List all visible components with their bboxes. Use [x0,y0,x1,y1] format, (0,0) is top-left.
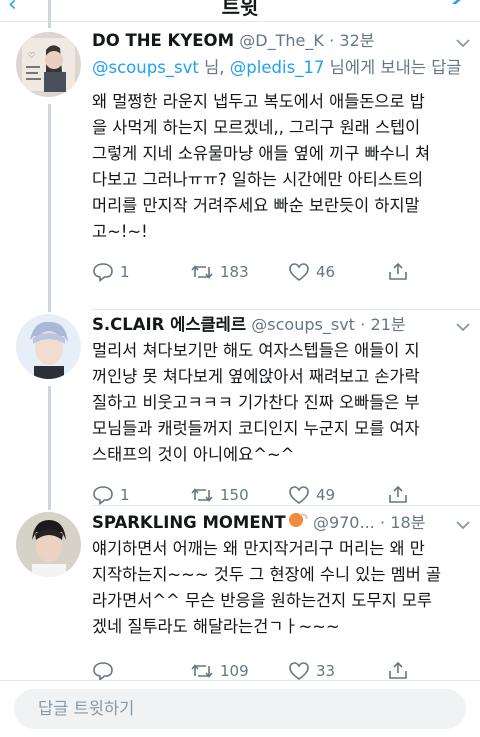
share-icon [389,661,407,679]
retweet-icon [191,488,213,502]
tweet-text-line: 다보고 그러나ㅠㅠ? 일하는 시간에만 아티스트의 [92,170,424,189]
tweet-text-line: 고~!~! [92,222,148,241]
like-count: 49 [316,486,336,504]
page-title: 트윗 [221,0,259,19]
tweet-text-line: 멀리서 쳐다보기만 해도 여자스텝들은 애들이 지 [92,341,420,360]
reply-count: 1 [120,263,130,281]
reply-to-text: 님에게 보내는 답글 [324,58,462,77]
chevron-down-icon[interactable] [456,314,470,340]
user-handle[interactable]: @D_The_K [239,31,324,50]
tweet-text-line: 겠네 질투라도 해달라는건ㄱㅏ~~~ [92,617,340,636]
retweet-icon [191,664,213,678]
tweet-actions: 1 183 46 [92,259,468,285]
separator-dot: · [329,31,335,50]
reply-icon [93,662,113,681]
tweet-header: DO THE KYEOM @D_The_K · 32분 [92,28,470,56]
tweet-header: S.CLAIR 에스클레르 @scoups_svt · 21분 [92,312,470,340]
tweet-divider [92,309,480,310]
display-name[interactable]: DO THE KYEOM [92,31,234,50]
heart-icon [289,263,309,281]
chevron-down-icon[interactable] [456,30,470,56]
share-button[interactable] [388,259,408,285]
thread-line [48,386,51,510]
tweet-text-line: 질하고 비웃고ㅋㅋㅋ 기가찬다 진짜 오빠들은 부 [92,393,420,412]
chevron-down-icon[interactable] [456,512,470,538]
user-handle[interactable]: @scoups_svt [251,315,355,334]
avatar[interactable] [16,314,81,379]
timestamp[interactable]: 18분 [390,513,425,532]
mention-link[interactable]: @scoups_svt [92,58,199,77]
separator-dot: · [379,513,386,532]
retweet-button[interactable]: 183 [190,259,249,285]
tweet-text: 왜 멀쩡한 라운지 냅두고 복도에서 애들돈으로 밥 을 사먹게 하는지 모르겠… [92,89,468,245]
tweet-text-line: 그렇게 지네 소유물마냥 애들 옆에 끼구 빠수니 쳐 [92,144,431,163]
timestamp[interactable]: 21분 [371,315,406,334]
tweet-text-line: 꺼인냥 못 쳐다보게 옆에앉아서 째려보고 손가락 [92,367,420,386]
like-button[interactable]: 46 [288,259,335,285]
reply-icon [93,486,113,505]
tweet-text-line: 을 사먹게 하는지 모르겠네,, 그리구 원래 스텝이 [92,118,421,137]
tweet-text: 멀리서 쳐다보기만 해도 여자스텝들은 애들이 지 꺼인냥 못 쳐다보게 옆에앉… [92,338,468,468]
heart-icon [289,662,309,680]
tweet-content: SPARKLING MOMENT @970... · 18분 얘기하면서 어깨는… [92,510,470,684]
reply-count: 1 [120,486,130,504]
retweet-count: 183 [220,263,249,281]
timestamp[interactable]: 32분 [339,31,374,50]
display-name[interactable]: SPARKLING MOMENT [92,513,286,532]
tweet-header: SPARKLING MOMENT @970... · 18분 [92,510,470,538]
reply-icon [93,263,113,282]
avatar[interactable] [16,512,81,577]
reply-input[interactable]: 답글 트윗하기 [14,689,466,729]
share-icon [389,485,407,503]
like-count: 33 [316,662,336,680]
separator-dot: · [360,315,366,334]
like-count: 46 [316,263,336,281]
compose-feather-icon[interactable] [450,0,470,10]
reply-button[interactable]: 1 [92,259,130,285]
retweet-count: 109 [220,662,249,680]
tweet-content: DO THE KYEOM @D_The_K · 32분 @scoups_svt … [92,28,470,285]
thread-line [48,104,51,312]
reply-context: @scoups_svt 님, @pledis_17 님에게 보내는 답글 [92,55,468,81]
heart-icon [289,486,309,504]
nav-bar: ‹ 트윗 [0,0,480,22]
share-icon [389,262,407,280]
display-name[interactable]: S.CLAIR 에스클레르 [92,315,246,334]
tweet-text-line: 지작하는지~~~ 것두 그 현장에 수니 있는 멤버 골 [92,565,442,584]
thread-line [48,0,51,28]
tweet-divider [92,505,480,506]
tweet-text: 얘기하면서 어깨는 왜 만지작거리구 머리는 왜 만 지작하는지~~~ 것두 그… [92,536,468,640]
tweet-text-line: 얘기하면서 어깨는 왜 만지작거리구 머리는 왜 만 [92,539,425,558]
retweet-count: 150 [220,486,249,504]
avatar[interactable]: ♡ [16,32,81,97]
orange-emoji-icon [288,511,308,537]
retweet-icon [191,265,213,279]
reply-to-text: 님, [198,58,230,77]
tweet-text-line: 머리를 만지작 거려주세요 빠순 보란듯이 하지말 [92,196,420,215]
tweet-text-line: 스태프의 것이 아니에요^~^ [92,445,295,464]
mention-link[interactable]: @pledis_17 [230,58,325,77]
tweet-text-line: 라가면서^^ 무슨 반응을 원하는건지 도무지 모루 [92,591,433,610]
tweet-content: S.CLAIR 에스클레르 @scoups_svt · 21분 멀리서 쳐다보기… [92,312,470,508]
svg-text:♡: ♡ [28,51,35,60]
user-handle[interactable]: @970... [313,513,375,532]
tweet-text-line: 모님들과 캐럿들꺼지 코디인지 누군지 모를 여자 [92,419,420,438]
tweet-text-line: 왜 멀쩡한 라운지 냅두고 복도에서 애들돈으로 밥 [92,92,425,111]
reply-bar: 답글 트윗하기 [0,680,480,737]
